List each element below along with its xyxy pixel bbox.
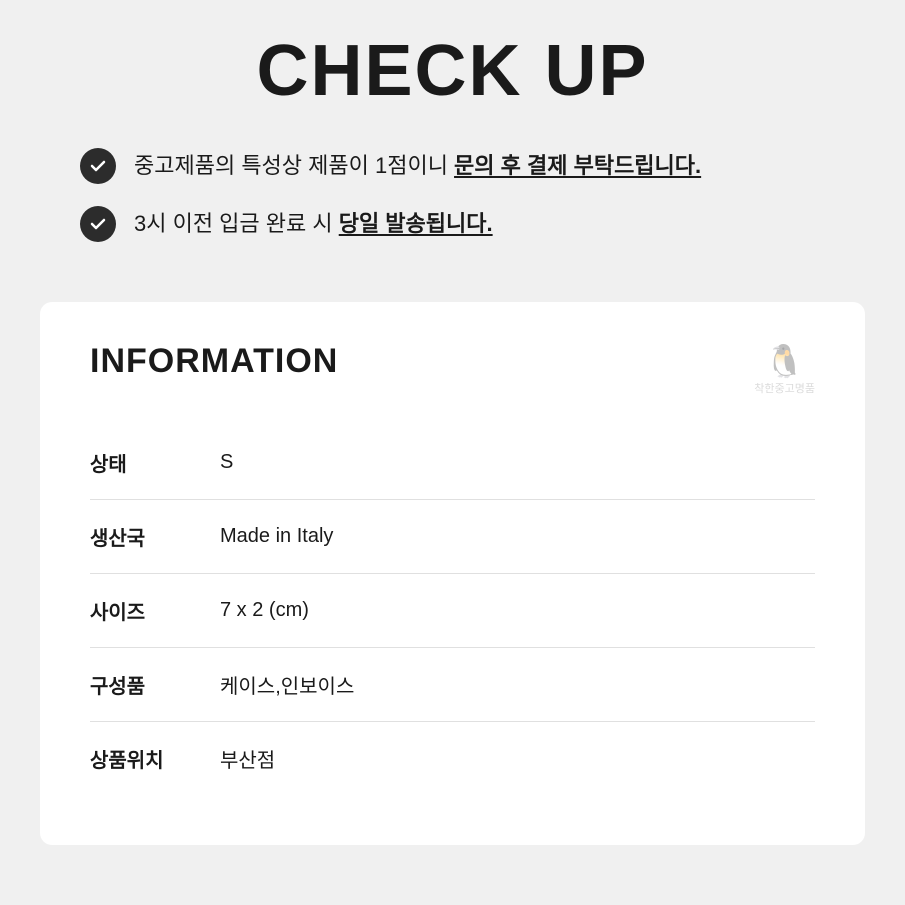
- info-label: 상품위치: [90, 722, 220, 796]
- info-label: 생산국: [90, 500, 220, 574]
- watermark-icon: 🐧: [765, 342, 805, 380]
- information-title: INFORMATION: [90, 342, 338, 381]
- info-row: 생산국Made in Italy: [90, 500, 815, 574]
- info-label: 사이즈: [90, 574, 220, 648]
- watermark: 🐧 착한중고명품: [754, 342, 815, 396]
- info-label: 상태: [90, 426, 220, 500]
- info-value: 부산점: [220, 722, 815, 796]
- page-wrapper: CHECK UP 중고제품의 특성상 제품이 1점이니 문의 후 결제 부탁드립…: [0, 0, 905, 905]
- info-value: S: [220, 426, 815, 500]
- info-table: 상태S생산국Made in Italy사이즈7 x 2 (cm)구성품케이스,인…: [90, 426, 815, 795]
- check-icon-1: [80, 148, 116, 184]
- info-row: 상태S: [90, 426, 815, 500]
- info-value: 케이스,인보이스: [220, 648, 815, 722]
- watermark-text: 착한중고명품: [754, 382, 815, 396]
- check-icon-2: [80, 206, 116, 242]
- info-value: 7 x 2 (cm): [220, 574, 815, 648]
- info-card: INFORMATION 🐧 착한중고명품 상태S생산국Made in Italy…: [40, 302, 865, 845]
- checkup-title: CHECK UP: [60, 30, 845, 112]
- info-row: 구성품케이스,인보이스: [90, 648, 815, 722]
- info-value: Made in Italy: [220, 500, 815, 574]
- checkup-items: 중고제품의 특성상 제품이 1점이니 문의 후 결제 부탁드립니다. 3시 이전…: [60, 148, 845, 242]
- info-section: INFORMATION 🐧 착한중고명품 상태S생산국Made in Italy…: [0, 282, 905, 885]
- checkup-section: CHECK UP 중고제품의 특성상 제품이 1점이니 문의 후 결제 부탁드립…: [0, 0, 905, 282]
- checkup-item-2: 3시 이전 입금 완료 시 당일 발송됩니다.: [80, 206, 845, 242]
- info-row: 상품위치부산점: [90, 722, 815, 796]
- checkup-text-1: 중고제품의 특성상 제품이 1점이니 문의 후 결제 부탁드립니다.: [134, 151, 701, 182]
- checkup-item-1: 중고제품의 특성상 제품이 1점이니 문의 후 결제 부탁드립니다.: [80, 148, 845, 184]
- info-header: INFORMATION 🐧 착한중고명품: [90, 342, 815, 396]
- info-label: 구성품: [90, 648, 220, 722]
- checkup-text-2: 3시 이전 입금 완료 시 당일 발송됩니다.: [134, 209, 493, 240]
- info-row: 사이즈7 x 2 (cm): [90, 574, 815, 648]
